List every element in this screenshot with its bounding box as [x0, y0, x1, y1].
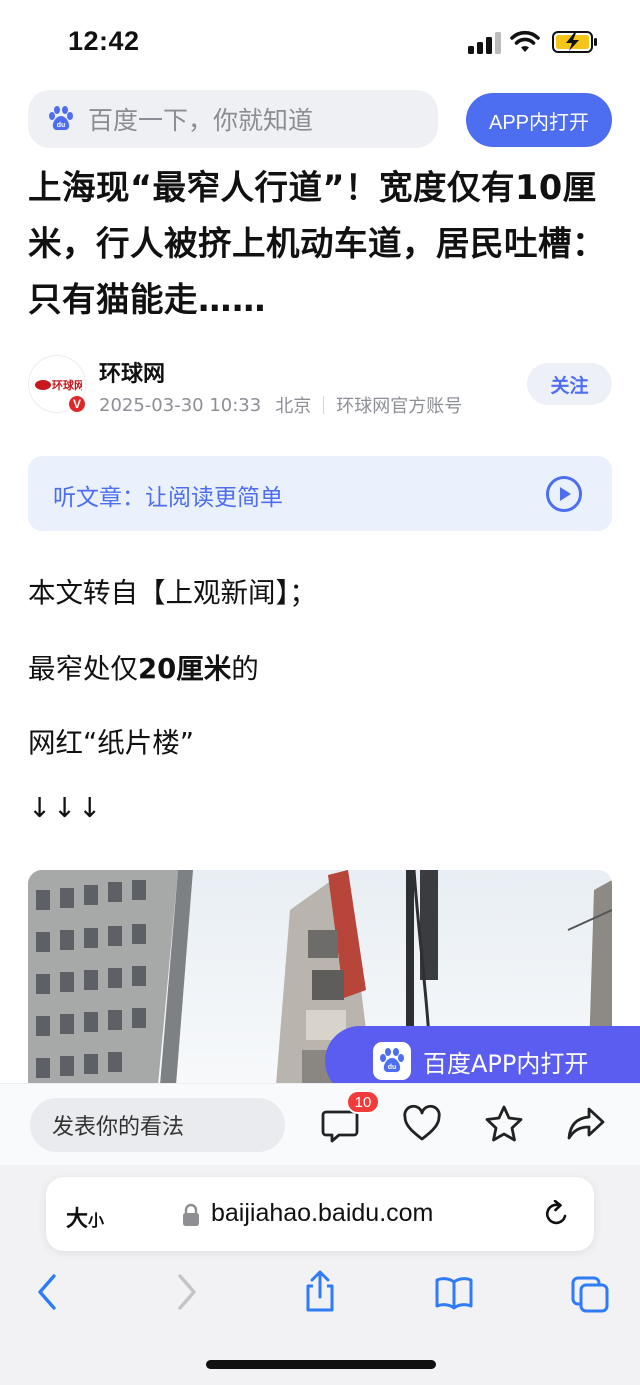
text-size-small: 小: [88, 1211, 105, 1230]
floating-open-app-label: 百度APP内打开: [423, 1049, 589, 1078]
huanqiu-logo: 环球网: [35, 378, 82, 392]
text-size-button[interactable]: 大小: [66, 1201, 104, 1233]
battery-charging-icon: [552, 31, 597, 53]
paragraph-arrows: ↓↓↓: [28, 792, 104, 824]
publish-location: 北京: [275, 396, 312, 417]
baidu-paw-icon: du: [380, 1048, 404, 1073]
baidu-paw-icon: du: [49, 106, 73, 131]
wifi-icon: [510, 30, 540, 52]
search-placeholder: 百度一下，你就知道: [88, 106, 314, 135]
back-icon[interactable]: [28, 1270, 68, 1314]
lock-icon: [183, 1203, 199, 1226]
paragraph-prefix: 最窄处仅: [28, 653, 138, 685]
paragraph-paper-building: 网红“纸片楼”: [28, 727, 194, 759]
star-icon[interactable]: [484, 1104, 524, 1144]
listen-label: 听文章：让阅读更简单: [53, 485, 283, 511]
svg-text:du: du: [57, 122, 66, 129]
browser-toolbar: 大小 baijiahao.baidu.com: [0, 1165, 640, 1385]
address-bar[interactable]: 大小 baijiahao.baidu.com: [46, 1177, 594, 1251]
comment-input[interactable]: 发表你的看法: [30, 1098, 285, 1152]
url-text[interactable]: baijiahao.baidu.com: [211, 1199, 433, 1228]
search-input[interactable]: du 百度一下，你就知道: [28, 90, 438, 148]
svg-text:环球网: 环球网: [52, 378, 82, 392]
account-type: 环球网官方账号: [336, 396, 463, 417]
author-meta: 2025-03-30 10:33 北京 环球网官方账号: [99, 392, 462, 418]
forward-icon[interactable]: [166, 1270, 206, 1314]
paragraph-narrowest: 最窄处仅20厘米的: [28, 646, 259, 686]
paragraph-suffix: 的: [231, 653, 259, 685]
paragraph-bold: 20厘米: [138, 653, 232, 685]
follow-button[interactable]: 关注: [527, 363, 612, 405]
status-time: 12:42: [68, 26, 140, 56]
open-in-app-button[interactable]: APP内打开: [466, 93, 612, 147]
baidu-app-icon: du: [373, 1042, 411, 1080]
comment-bar: 发表你的看法 10: [0, 1083, 640, 1165]
author-name[interactable]: 环球网: [99, 356, 165, 388]
cellular-signal-icon: [468, 32, 501, 54]
svg-text:du: du: [388, 1064, 397, 1071]
heart-icon[interactable]: [402, 1104, 442, 1144]
text-size-big: 大: [66, 1207, 89, 1232]
reload-icon[interactable]: [543, 1200, 571, 1228]
share-icon[interactable]: [300, 1270, 340, 1314]
bookmarks-icon[interactable]: [434, 1270, 474, 1314]
home-indicator: [206, 1360, 436, 1369]
publish-datetime: 2025-03-30 10:33: [99, 394, 262, 416]
play-icon[interactable]: [545, 475, 583, 513]
verified-badge: V: [67, 394, 87, 414]
article-title: 上海现“最窄人行道”！宽度仅有10厘米，行人被挤上机动车道，居民吐槽：只有猫能走…: [28, 168, 606, 319]
share-arrow-icon[interactable]: [566, 1104, 606, 1144]
paragraph-source: 本文转自【上观新闻】；: [28, 577, 317, 609]
comment-count-badge: 10: [346, 1090, 380, 1114]
listen-article-bar[interactable]: 听文章：让阅读更简单: [28, 456, 612, 531]
status-bar: 12:42: [0, 0, 640, 86]
tabs-icon[interactable]: [570, 1270, 610, 1314]
author-avatar[interactable]: 环球网 V: [28, 355, 87, 414]
meta-divider: [323, 396, 325, 414]
